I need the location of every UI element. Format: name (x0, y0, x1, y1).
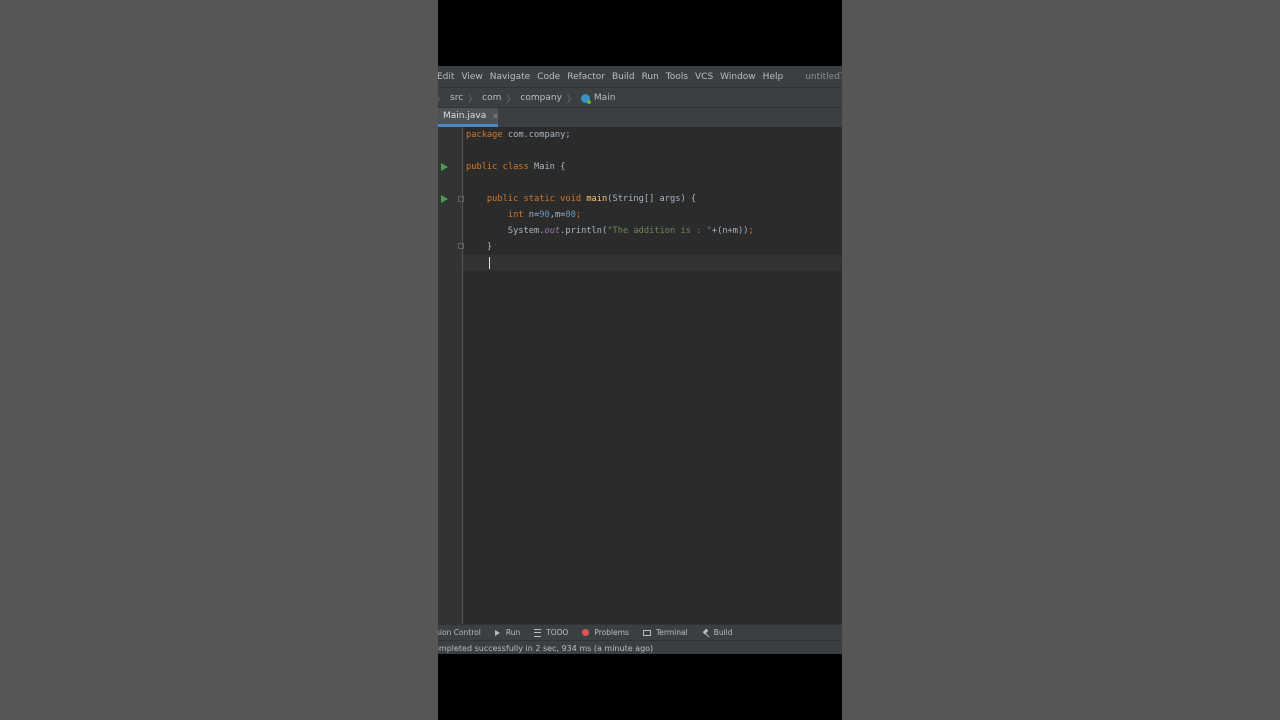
chevron-right-icon: 〉 (438, 92, 445, 105)
java-class-icon (580, 93, 591, 104)
menu-help[interactable]: Help (763, 72, 784, 82)
tool-problems[interactable]: Problems (582, 628, 629, 637)
code-editor[interactable]: package com.company; public class Main {… (438, 127, 842, 624)
tool-terminal[interactable]: Terminal (642, 628, 688, 637)
code-line-3: public class Main { (466, 162, 566, 172)
string-literal: "The addition is : " (607, 226, 712, 236)
punctuation: ; (748, 226, 754, 236)
number-literal: 80 (565, 210, 576, 220)
tool-version-control[interactable]: sion Control (438, 628, 481, 637)
ide-window: Edit View Navigate Code Refactor Build R… (438, 66, 842, 654)
breadcrumb-main[interactable]: Main (594, 93, 616, 103)
keyword: int (507, 210, 524, 220)
editor-gutter (438, 127, 464, 624)
problems-icon (582, 629, 590, 636)
tool-label: Run (505, 628, 521, 637)
keyword: public class (466, 162, 529, 172)
keyword: package (466, 130, 503, 140)
fold-icon[interactable] (458, 243, 464, 249)
run-main-icon[interactable] (441, 195, 448, 203)
code-line-6: int n=90,m=80; (507, 210, 582, 220)
tool-build[interactable]: Build (702, 628, 733, 637)
video-frame: Edit View Navigate Code Refactor Build R… (438, 0, 842, 720)
chevron-right-icon: 〉 (566, 94, 576, 105)
terminal-icon (642, 629, 651, 636)
menu-window[interactable]: Window (720, 72, 756, 82)
tool-label: Terminal (655, 628, 688, 637)
code-line-5: public static void main(String[] args) { (486, 194, 697, 204)
menu-refactor[interactable]: Refactor (567, 72, 605, 82)
tool-todo[interactable]: TODO (534, 628, 568, 637)
menu-code[interactable]: Code (537, 72, 560, 82)
status-message: ompleted successfully in 2 sec, 934 ms (… (438, 643, 654, 653)
status-bar: ompleted successfully in 2 sec, 934 ms (… (438, 640, 842, 654)
hammer-icon (702, 629, 710, 637)
menu-build[interactable]: Build (612, 72, 635, 82)
menu-vcs[interactable]: VCS (695, 72, 713, 82)
breadcrumb: 〉 src 〉 com 〉 company 〉 Main (438, 87, 842, 108)
window-title: untitled77 - Ma (805, 71, 842, 82)
run-class-icon[interactable] (441, 163, 448, 171)
menu-tools[interactable]: Tools (666, 72, 688, 82)
breadcrumb-company[interactable]: company (520, 93, 561, 103)
todo-icon (534, 628, 542, 637)
code-line-1: package com.company; (466, 130, 571, 140)
menu-bar: Edit View Navigate Code Refactor Build R… (438, 66, 842, 87)
code-line-7: System.out.println("The addition is : "+… (466, 226, 754, 236)
number-literal: 90 (539, 210, 550, 220)
code-line-8: } (466, 242, 493, 252)
editor-tab-bar: Main.java ✕ (438, 107, 842, 128)
run-icon (494, 629, 500, 636)
tool-window-bar: sion Control Run TODO Problems Terminal … (438, 624, 842, 640)
menu-run[interactable]: Run (642, 72, 659, 82)
method-name: main (586, 194, 608, 204)
tab-main-java[interactable]: Main.java ✕ (438, 108, 499, 127)
close-icon[interactable]: ✕ (492, 112, 499, 121)
current-line-highlight (463, 255, 842, 271)
menu-edit[interactable]: Edit (438, 72, 454, 82)
chevron-right-icon: 〉 (468, 94, 478, 105)
keyword: public static void (486, 194, 582, 204)
text-caret (489, 257, 490, 269)
tool-run[interactable]: Run (494, 628, 521, 637)
tool-label: Build (713, 628, 733, 637)
tool-label: Problems (594, 628, 629, 637)
tool-label: sion Control (438, 628, 481, 637)
menu-view[interactable]: View (461, 72, 482, 82)
breadcrumb-src[interactable]: src (450, 93, 463, 103)
breadcrumb-com[interactable]: com (482, 93, 501, 103)
chevron-right-icon: 〉 (506, 94, 516, 105)
menu-navigate[interactable]: Navigate (490, 72, 530, 82)
fold-icon[interactable] (458, 196, 464, 202)
tool-label: TODO (546, 628, 569, 637)
tab-label: Main.java (443, 111, 487, 121)
static-field: out (544, 226, 561, 236)
punctuation: ; (575, 210, 582, 220)
